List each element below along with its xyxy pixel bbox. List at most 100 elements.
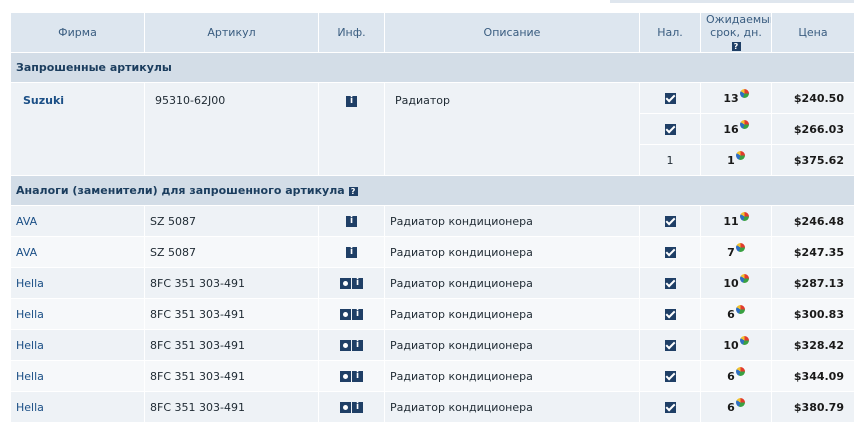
photo-icon[interactable]: [340, 340, 351, 351]
days-value: 16: [723, 122, 739, 136]
pie-chart-icon[interactable]: [735, 397, 745, 407]
pie-chart-icon[interactable]: [739, 335, 749, 345]
table-row[interactable]: Hella 8FC 351 303-491 i Радиатор кондиционе…: [10, 360, 854, 392]
table-row[interactable]: AVA SZ 5087 i Радиатор кондиционера 11 $246.4…: [10, 205, 854, 237]
row-brand[interactable]: Suzuki: [10, 82, 145, 176]
results-table: Фирма Артикул Инф. Описание Нал. Ожидаем…: [10, 12, 854, 423]
table-header: Фирма Артикул Инф. Описание Нал. Ожидаем…: [10, 12, 854, 53]
row-info[interactable]: i: [318, 267, 385, 299]
row-article: 8FC 351 303-491: [144, 360, 319, 392]
days-value: 13: [723, 91, 739, 105]
info-icon[interactable]: i: [352, 309, 363, 320]
row-availability: [639, 236, 701, 268]
row-brand[interactable]: Hella: [10, 298, 145, 330]
checkbox-checked-icon: [664, 402, 676, 413]
info-icon[interactable]: i: [352, 371, 363, 382]
row-info[interactable]: i: [318, 329, 385, 361]
row-days: 7: [700, 236, 772, 268]
help-icon[interactable]: ?: [348, 186, 358, 196]
checkbox-checked-icon: [664, 371, 676, 382]
row-brand[interactable]: Hella: [10, 267, 145, 299]
checkbox-checked-icon: [664, 340, 676, 351]
pie-chart-icon[interactable]: [735, 304, 745, 314]
col-article[interactable]: Артикул: [144, 12, 319, 53]
col-deadline-label: Ожидаемый срок, дн.: [706, 13, 772, 40]
checkbox-checked-icon: [664, 124, 676, 135]
pie-chart-icon[interactable]: [735, 366, 745, 376]
row-days: 1: [700, 144, 772, 176]
row-price: $240.50: [771, 82, 854, 114]
row-days: 10: [700, 329, 772, 361]
row-info[interactable]: i: [318, 236, 385, 268]
days-value: 6: [727, 307, 735, 321]
row-brand[interactable]: AVA: [10, 205, 145, 237]
days-value: 11: [723, 214, 739, 228]
row-info[interactable]: i: [318, 82, 385, 176]
pie-chart-icon[interactable]: [739, 211, 749, 221]
col-availability[interactable]: Нал.: [639, 12, 701, 53]
row-availability: [639, 267, 701, 299]
row-availability: [639, 360, 701, 392]
row-brand[interactable]: Hella: [10, 391, 145, 423]
col-info: Инф.: [318, 12, 385, 53]
row-article: 8FC 351 303-491: [144, 329, 319, 361]
table-row[interactable]: Hella 8FC 351 303-491 i Радиатор кондиционе…: [10, 298, 854, 330]
pie-chart-icon[interactable]: [735, 242, 745, 252]
row-article: SZ 5087: [144, 236, 319, 268]
row-info[interactable]: i: [318, 205, 385, 237]
info-icon[interactable]: i: [352, 402, 363, 413]
photo-icon[interactable]: [340, 371, 351, 382]
row-brand[interactable]: AVA: [10, 236, 145, 268]
table-row[interactable]: Hella 8FC 351 303-491 i Радиатор кондиционе…: [10, 267, 854, 299]
group-title: Запрошенные артикулы: [10, 52, 854, 83]
group-title-text: Запрошенные артикулы: [16, 61, 172, 74]
col-description[interactable]: Описание: [384, 12, 640, 53]
checkbox-checked-icon: [664, 278, 676, 289]
pie-chart-icon[interactable]: [735, 150, 745, 160]
row-availability: [639, 298, 701, 330]
group-title-text: Аналоги (заменители) для запрошенного ар…: [16, 184, 345, 197]
row-price: $246.48: [771, 205, 854, 237]
table-row[interactable]: Hella 8FC 351 303-491 i Радиатор кондиционе…: [10, 391, 854, 423]
row-days: 6: [700, 391, 772, 423]
row-description: Радиатор кондиционера: [384, 267, 640, 299]
row-description: Радиатор кондиционера: [384, 329, 640, 361]
table-row[interactable]: Hella 8FC 351 303-491 i Радиатор кондиционе…: [10, 329, 854, 361]
days-value: 6: [727, 369, 735, 383]
pie-chart-icon[interactable]: [739, 119, 749, 129]
days-value: 6: [727, 400, 735, 414]
info-icon[interactable]: i: [346, 216, 357, 227]
row-price: $328.42: [771, 329, 854, 361]
photo-icon[interactable]: [340, 402, 351, 413]
days-value: 7: [727, 245, 735, 259]
row-brand[interactable]: Hella: [10, 329, 145, 361]
photo-icon[interactable]: [340, 278, 351, 289]
checkbox-checked-icon: [664, 216, 676, 227]
row-price: $375.62: [771, 144, 854, 176]
row-info[interactable]: i: [318, 391, 385, 423]
row-availability: [639, 329, 701, 361]
table-row[interactable]: AVA SZ 5087 i Радиатор кондиционера 7 $247.35: [10, 236, 854, 268]
row-article: SZ 5087: [144, 205, 319, 237]
info-icon[interactable]: i: [346, 95, 357, 107]
row-brand[interactable]: Hella: [10, 360, 145, 392]
col-brand[interactable]: Фирма: [10, 12, 145, 53]
row-info[interactable]: i: [318, 298, 385, 330]
info-icon[interactable]: i: [352, 278, 363, 289]
row-availability: 1: [639, 144, 701, 176]
photo-icon[interactable]: [340, 309, 351, 320]
pie-chart-icon[interactable]: [739, 273, 749, 283]
table-row[interactable]: Suzuki 95310-62J00 i Радиатор 13 $240.50: [10, 82, 854, 176]
row-days: 11: [700, 205, 772, 237]
help-icon[interactable]: ?: [731, 41, 741, 51]
row-info[interactable]: i: [318, 360, 385, 392]
group-title: Аналоги (заменители) для запрошенного ар…: [10, 175, 854, 206]
checkbox-checked-icon: [664, 247, 676, 258]
pie-chart-icon[interactable]: [739, 88, 749, 98]
row-availability: [639, 113, 701, 145]
info-icon[interactable]: i: [352, 340, 363, 351]
col-price[interactable]: Цена: [771, 12, 854, 53]
info-icon[interactable]: i: [346, 247, 357, 258]
row-availability: [639, 82, 701, 114]
col-deadline[interactable]: Ожидаемый срок, дн. ?: [700, 12, 772, 53]
